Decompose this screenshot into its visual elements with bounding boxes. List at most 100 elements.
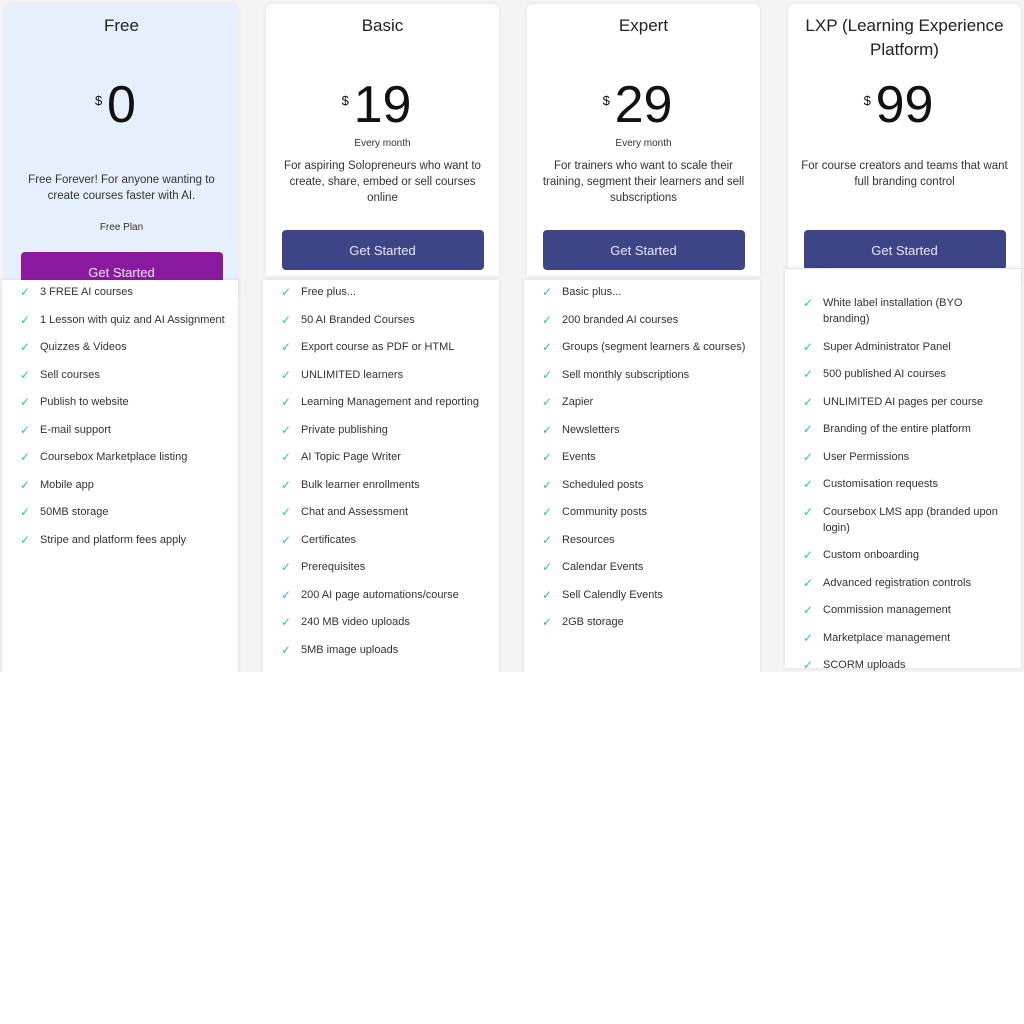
currency-symbol: $ bbox=[863, 93, 871, 108]
feature-item: ✓ Resources bbox=[542, 532, 750, 548]
plan-name: Expert bbox=[618, 16, 669, 35]
check-icon: ✓ bbox=[20, 477, 31, 492]
feature-label: UNLIMITED learners bbox=[301, 368, 404, 381]
feature-item: ✓ 2GB storage bbox=[542, 614, 750, 630]
feature-label: Learning Management and reporting bbox=[301, 396, 479, 408]
feature-label: Sell Calendly Events bbox=[562, 588, 663, 601]
plan-header: Free $0 Free Forever! For anyone wanting… bbox=[5, 4, 238, 298]
check-icon: ✓ bbox=[542, 312, 553, 327]
check-icon: ✓ bbox=[803, 339, 814, 354]
pricing-section: Free $0 Free Forever! For anyone wanting… bbox=[0, 0, 1024, 672]
check-icon: ✓ bbox=[542, 477, 553, 492]
get-started-button[interactable]: Get Started bbox=[803, 230, 1006, 270]
feature-item: ✓ Prerequisites bbox=[281, 559, 489, 575]
check-icon: ✓ bbox=[281, 450, 292, 464]
feature-label: 3 FREE AI courses bbox=[40, 286, 133, 298]
feature-label: Quizzes & Videos bbox=[40, 341, 127, 353]
feature-item: ✓ E-mail support bbox=[20, 422, 228, 438]
check-icon: ✓ bbox=[281, 422, 292, 437]
feature-label: 50MB storage bbox=[40, 506, 109, 518]
check-icon: ✓ bbox=[20, 312, 31, 327]
check-icon: ✓ bbox=[803, 296, 814, 310]
check-icon: ✓ bbox=[542, 450, 553, 464]
feature-item: ✓ Newsletters bbox=[542, 422, 750, 438]
feature-label: 5MB image uploads bbox=[301, 643, 399, 656]
plan-price: $29 bbox=[527, 74, 760, 136]
check-icon: ✓ bbox=[20, 505, 31, 519]
check-icon: ✓ bbox=[281, 560, 292, 574]
feature-item: ✓ Bulk learner enrollments bbox=[281, 477, 489, 493]
get-started-button[interactable]: Get Started bbox=[542, 230, 745, 270]
plan-card-free: Free $0 Free Forever! For anyone wanting… bbox=[2, 0, 238, 672]
feature-item: ✓ 3 FREE AI courses bbox=[20, 284, 228, 300]
billing-period bbox=[788, 138, 1021, 150]
feature-list: ✓ 3 FREE AI courses ✓ 1 Lesson with quiz an… bbox=[2, 280, 238, 672]
plan-description: For course creators and teams that want … bbox=[801, 160, 1008, 188]
check-icon: ✓ bbox=[281, 395, 292, 409]
get-started-button[interactable]: Get Started bbox=[281, 230, 484, 270]
plan-description: For trainers who want to scale their tra… bbox=[542, 160, 745, 204]
feature-label: Prerequisites bbox=[301, 561, 366, 573]
check-icon: ✓ bbox=[281, 477, 292, 492]
check-icon: ✓ bbox=[542, 615, 553, 629]
feature-label: Marketplace management bbox=[823, 631, 951, 644]
feature-item: ✓ 500 published AI courses bbox=[803, 366, 1011, 382]
feature-item: ✓ Sell courses bbox=[20, 367, 228, 383]
feature-item: ✓ Sell monthly subscriptions bbox=[542, 367, 750, 383]
feature-item: ✓ 50 AI Branded Courses bbox=[281, 312, 489, 328]
plan-header: LXP (Learning Experience Platform) $99 F… bbox=[788, 4, 1021, 282]
check-icon: ✓ bbox=[281, 642, 292, 657]
check-icon: ✓ bbox=[803, 422, 814, 436]
currency-symbol: $ bbox=[602, 93, 610, 108]
feature-label: Export course as PDF or HTML bbox=[301, 341, 455, 353]
feature-item: ✓ Learning Management and reporting bbox=[281, 394, 489, 410]
check-icon: ✓ bbox=[542, 505, 553, 519]
feature-label: White label installation (BYO branding) bbox=[823, 297, 963, 325]
price-value: 29 bbox=[614, 76, 673, 134]
feature-item: ✓ Custom onboarding bbox=[803, 547, 1011, 563]
feature-label: UNLIMITED AI pages per course bbox=[823, 395, 984, 408]
feature-label: Newsletters bbox=[562, 423, 620, 436]
check-icon: ✓ bbox=[20, 340, 31, 354]
plan-description: Free Forever! For anyone wanting to crea… bbox=[28, 174, 215, 202]
feature-item: ✓ Mobile app bbox=[20, 477, 228, 493]
feature-item: ✓ Advanced registration controls bbox=[803, 575, 1011, 591]
check-icon: ✓ bbox=[281, 340, 292, 354]
check-icon: ✓ bbox=[803, 394, 814, 409]
feature-item: ✓ Free plus... bbox=[281, 284, 489, 300]
check-icon: ✓ bbox=[281, 615, 292, 629]
plan-price: $0 bbox=[5, 74, 238, 136]
check-icon: ✓ bbox=[803, 449, 814, 464]
plan-header: Basic $19 Every month For aspiring Solop… bbox=[266, 4, 499, 276]
plan-header: Expert $29 Every month For trainers who … bbox=[527, 4, 760, 276]
feature-label: Private publishing bbox=[301, 423, 388, 436]
feature-item: ✓ 5MB image uploads bbox=[281, 642, 489, 658]
check-icon: ✓ bbox=[281, 285, 292, 299]
feature-label: Certificates bbox=[301, 533, 357, 546]
plan-price: $99 bbox=[788, 74, 1021, 136]
feature-item: ✓ 200 AI page automations/course bbox=[281, 587, 489, 603]
check-icon: ✓ bbox=[20, 450, 31, 464]
feature-item: ✓ Branding of the entire platform bbox=[803, 421, 1011, 437]
feature-item: ✓ AI Topic Page Writer bbox=[281, 449, 489, 465]
check-icon: ✓ bbox=[803, 548, 814, 562]
feature-item: ✓ Customisation requests bbox=[803, 476, 1011, 492]
feature-list: ✓ Free plus... ✓ 50 AI Branded Courses ✓ Expo… bbox=[263, 280, 499, 672]
feature-item: ✓ User Permissions bbox=[803, 449, 1011, 465]
check-icon: ✓ bbox=[542, 532, 553, 547]
plan-name: LXP (Learning Experience Platform) bbox=[805, 16, 1004, 59]
feature-item: ✓ Super Administrator Panel bbox=[803, 339, 1011, 355]
billing-period bbox=[5, 138, 238, 150]
check-icon: ✓ bbox=[281, 312, 292, 327]
check-icon: ✓ bbox=[803, 658, 814, 672]
check-icon: ✓ bbox=[542, 395, 553, 409]
feature-label: Branding of the entire platform bbox=[823, 423, 971, 435]
feature-item: ✓ Quizzes & Videos bbox=[20, 339, 228, 355]
feature-label: AI Topic Page Writer bbox=[301, 451, 401, 463]
feature-item: ✓ Coursebox LMS app (branded upon login) bbox=[803, 504, 1011, 536]
feature-item: ✓ 240 MB video uploads bbox=[281, 614, 489, 630]
price-value: 99 bbox=[875, 76, 934, 134]
feature-item: ✓ Certificates bbox=[281, 532, 489, 548]
billing-period: Every month bbox=[615, 138, 672, 149]
check-icon: ✓ bbox=[803, 477, 814, 491]
